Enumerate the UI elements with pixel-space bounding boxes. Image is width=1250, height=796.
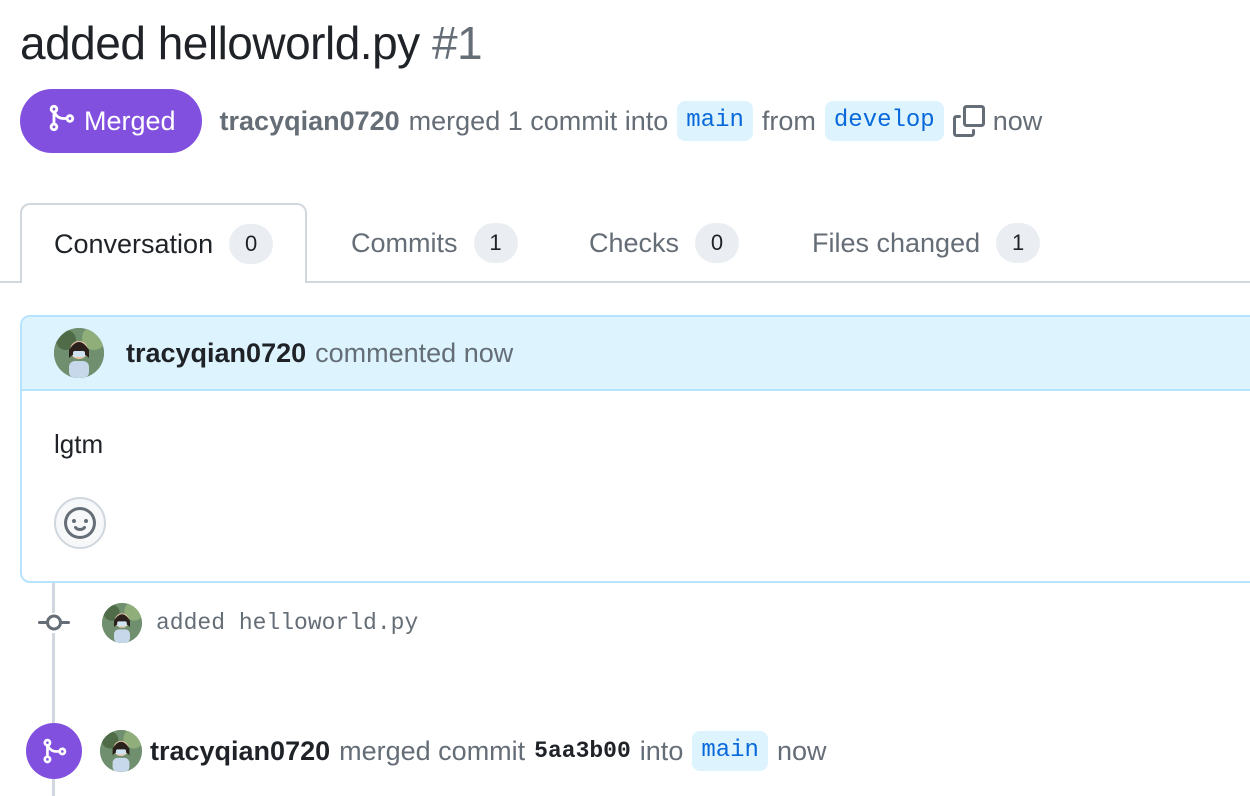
- tab-commits-label: Commits: [351, 227, 458, 258]
- comment-header: tracyqian0720 commented now: [22, 317, 1250, 391]
- tab-conversation-count: 0: [229, 224, 274, 264]
- timeline-commit-item: added helloworld.py: [38, 600, 418, 646]
- commit-message-link[interactable]: added helloworld.py: [156, 610, 418, 636]
- merge-branch-label[interactable]: main: [692, 731, 768, 771]
- pr-status-bar: Merged tracyqian0720 merged 1 commit int…: [20, 89, 1042, 153]
- comment-box: tracyqian0720 commented now lgtm: [20, 315, 1250, 583]
- tab-files-changed-label: Files changed: [812, 227, 981, 258]
- git-merge-icon: [26, 723, 82, 779]
- head-branch-label[interactable]: develop: [824, 101, 944, 141]
- smiley-icon[interactable]: [54, 497, 106, 549]
- tab-checks[interactable]: Checks 0: [589, 203, 740, 283]
- pr-title-text: added helloworld.py: [20, 17, 420, 69]
- avatar[interactable]: [100, 730, 142, 772]
- pr-author-link[interactable]: tracyqian0720: [220, 106, 400, 137]
- status-time: now: [992, 105, 1043, 136]
- tab-checks-label: Checks: [589, 227, 680, 258]
- tab-conversation[interactable]: Conversation 0: [20, 203, 308, 283]
- git-merge-icon: [46, 103, 76, 140]
- merge-author-link[interactable]: tracyqian0720: [150, 736, 330, 767]
- copy-icon[interactable]: [952, 105, 985, 137]
- merged-commit-text: merged 1 commit into: [408, 105, 669, 136]
- merge-into-text: into: [639, 735, 684, 766]
- comment-body: lgtm: [54, 429, 104, 459]
- pr-number: #1: [431, 17, 483, 69]
- comment-action-text: commented now: [315, 337, 514, 368]
- tab-conversation-label: Conversation: [54, 228, 214, 259]
- pr-tab-nav: Conversation 0 Commits 1 Checks 0 Files …: [0, 203, 1250, 283]
- commit-sha-link[interactable]: 5aa3b00: [534, 738, 631, 764]
- merged-state-badge: Merged: [20, 89, 202, 153]
- merge-action-text: merged commit: [339, 735, 526, 766]
- tab-checks-count: 0: [695, 223, 740, 263]
- git-commit-icon: [38, 613, 70, 633]
- pr-title: added helloworld.py #1: [20, 14, 483, 72]
- from-text: from: [761, 105, 816, 136]
- tab-commits[interactable]: Commits 1: [351, 203, 518, 283]
- tab-commits-count: 1: [473, 223, 518, 263]
- avatar[interactable]: [102, 603, 142, 643]
- tab-files-changed-count: 1: [996, 223, 1041, 263]
- tab-files-changed[interactable]: Files changed 1: [812, 203, 1041, 283]
- comment-author-link[interactable]: tracyqian0720: [126, 338, 306, 369]
- merge-time: now: [776, 735, 827, 766]
- timeline-merged-event: tracyqian0720 merged commit 5aa3b00 into…: [26, 723, 826, 779]
- base-branch-label[interactable]: main: [677, 101, 753, 141]
- merged-state-label: Merged: [84, 105, 176, 136]
- avatar[interactable]: [54, 328, 104, 378]
